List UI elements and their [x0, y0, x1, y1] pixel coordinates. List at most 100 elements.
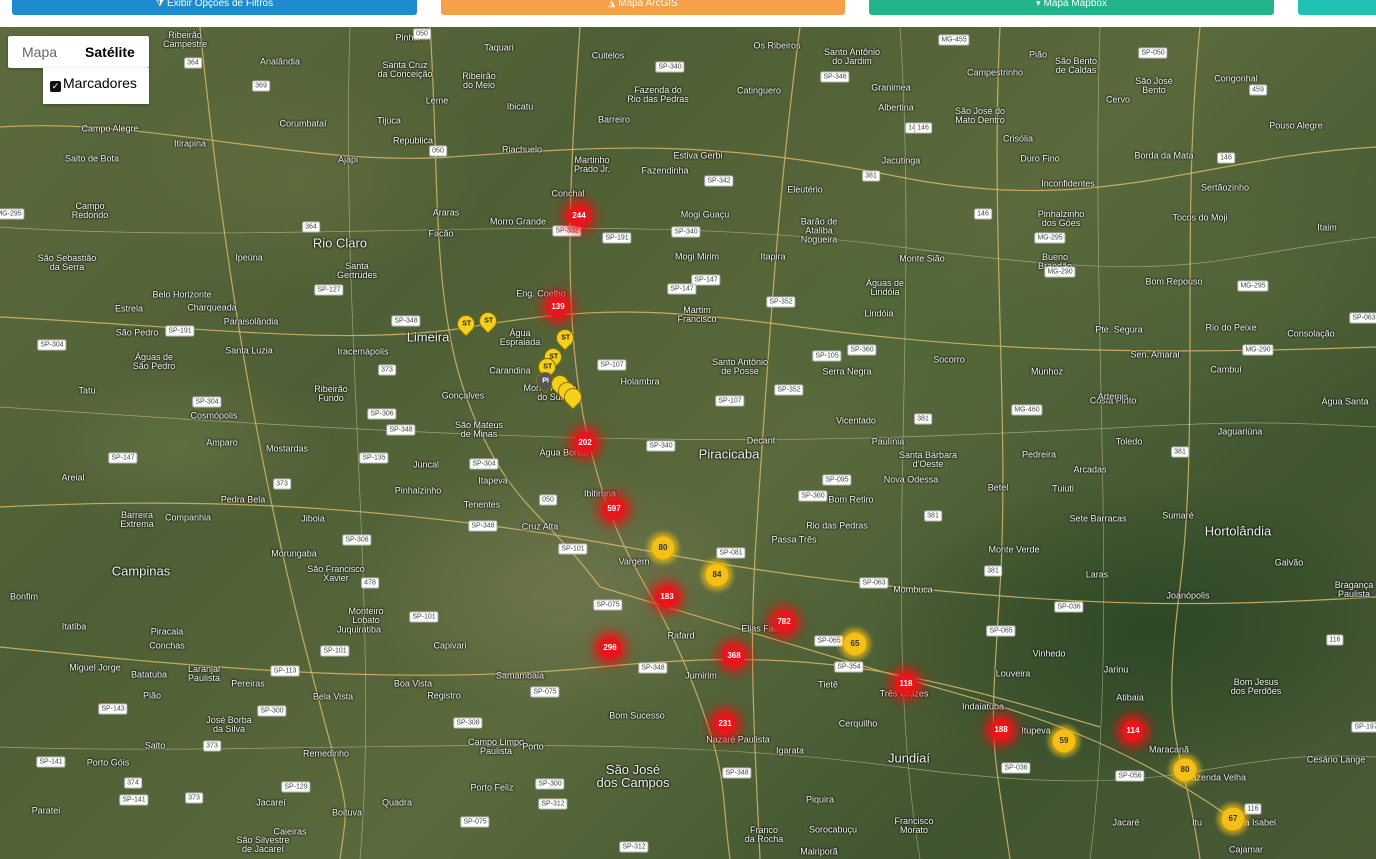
pin-icon [560, 384, 586, 410]
place-label: Ibicatu [506, 101, 534, 112]
road-shield: 364 [184, 57, 202, 69]
place-label: Francisco Morato [894, 816, 934, 835]
place-label: Santo Antônio de Posse [711, 357, 769, 376]
marker-cluster[interactable]: 231 [714, 713, 736, 735]
pin-label: ST [461, 320, 471, 328]
place-label: Araras [432, 207, 460, 218]
map-canvas[interactable]: Ribeirão Campestre Analândia Taquari Cuitel… [0, 27, 1376, 859]
road-shield: MG-290 [1242, 344, 1274, 356]
marker-cluster[interactable]: 118 [895, 673, 917, 695]
place-label: Quadra [381, 797, 413, 808]
map-pin-marker[interactable]: ST [453, 311, 479, 337]
road-shield: SP-056 [1115, 770, 1145, 782]
arcgis-map-button[interactable]: ◮ Mapa ArcGIS [441, 0, 845, 15]
fourth-map-button[interactable] [1298, 0, 1376, 15]
road-shield: SP-348 [638, 662, 668, 674]
map-type-satellite-button[interactable]: Satélite [71, 36, 149, 68]
place-label: Socorro [933, 354, 965, 365]
road-shield: SP-304 [469, 458, 499, 470]
marker-cluster[interactable]: 296 [599, 637, 621, 659]
road-shield: SP-075 [530, 686, 560, 698]
map-pin-marker[interactable]: ST [552, 325, 578, 351]
marker-cluster[interactable]: 139 [547, 296, 569, 318]
marker-cluster[interactable]: 183 [656, 586, 678, 608]
place-label: Barreiro [597, 114, 631, 125]
place-label: Betel [987, 482, 1009, 493]
road-shield: 050 [539, 494, 557, 506]
place-label: Jaguariúna [1217, 426, 1263, 437]
markers-toggle[interactable]: ✓ Marcadores [43, 68, 149, 104]
marker-cluster[interactable]: 59 [1052, 729, 1076, 753]
place-label: Inconfidentes [1041, 178, 1095, 189]
mapbox-map-label: Mapa Mapbox [1043, 0, 1107, 9]
road-shield: 381 [924, 510, 942, 522]
place-label: Piracicaba [698, 446, 760, 462]
place-label: Hortolândia [1204, 523, 1272, 539]
place-label: Sumaré [1162, 510, 1194, 521]
place-label: Conchal [551, 188, 585, 199]
road-shield: SP-107 [715, 395, 745, 407]
place-label: Fazenda do Rio das Pedras [627, 85, 689, 104]
place-label: Santo Antônio do Jardim [823, 47, 881, 66]
road-shield: SP-352 [774, 384, 804, 396]
marker-cluster[interactable]: 80 [651, 536, 675, 560]
place-label: Capivari [433, 640, 467, 651]
marker-cluster[interactable]: 244 [568, 205, 590, 227]
marker-cluster[interactable]: 368 [723, 645, 745, 667]
place-label: Riachuelo [501, 144, 543, 155]
road-shield: 374 [124, 777, 142, 789]
marker-cluster[interactable]: 782 [773, 611, 795, 633]
place-label: Jacareí [256, 797, 286, 808]
road-shield: SP-312 [538, 798, 568, 810]
mapbox-map-button[interactable]: ▾ Mapa Mapbox [869, 0, 1274, 15]
place-label: Bom Sucesso [609, 710, 665, 721]
marker-cluster[interactable]: 114 [1122, 720, 1144, 742]
marker-cluster[interactable]: 188 [990, 719, 1012, 741]
road-shield: SP-063 [1349, 312, 1376, 324]
map-pin-marker[interactable]: ST [475, 308, 501, 334]
road-shield: 146 [914, 122, 932, 134]
marker-cluster[interactable]: 80 [1173, 758, 1197, 782]
place-label: Louveira [995, 668, 1031, 679]
markers-checkbox[interactable]: ✓ [50, 81, 61, 92]
road-shield: SP-332 [552, 225, 582, 237]
marker-cluster[interactable]: 84 [705, 563, 729, 587]
place-label: Porto Góis [86, 757, 130, 768]
place-label: Vicentado [836, 415, 876, 426]
map-type-map-button[interactable]: Mapa [8, 36, 71, 68]
road-shield: SP-197 [1351, 721, 1376, 733]
place-label: São José Bento [1135, 76, 1173, 95]
place-label: Sen. Amaral [1130, 349, 1180, 360]
place-label: Bonfim [9, 591, 39, 602]
marker-cluster[interactable]: 597 [603, 498, 625, 520]
place-label: Cruz Alta [521, 521, 559, 532]
show-filters-button[interactable]: ⧩ Exibir Opções de Filtros [12, 0, 417, 15]
place-label: Duro Fino [1020, 153, 1060, 164]
place-label: Campinas [111, 563, 171, 579]
place-label: Água Espraiada [499, 328, 541, 347]
place-label: Salto [144, 740, 166, 751]
place-label: Mombuca [893, 584, 933, 595]
place-label: Boa Vista [393, 678, 433, 689]
marker-cluster[interactable]: 202 [574, 432, 596, 454]
place-label: Piracaia [150, 626, 184, 637]
road-shield: SP-113 [270, 665, 300, 677]
map-type-control: Mapa Satélite [8, 36, 149, 68]
filter-icon: ⧩ [155, 0, 164, 8]
place-label: Porto [522, 741, 544, 752]
road-shield: MG-290 [1044, 266, 1076, 278]
place-label: Galvão [1274, 557, 1304, 568]
place-label: Republica [392, 135, 434, 146]
road-shield: 050 [413, 28, 431, 40]
place-label: Lindóia [864, 308, 894, 319]
place-label: Passa Três [771, 534, 817, 545]
road-shield: SP-312 [619, 841, 649, 853]
marker-cluster[interactable]: 65 [843, 632, 867, 656]
marker-cluster[interactable]: 67 [1221, 807, 1245, 831]
map-pin-marker[interactable] [560, 384, 586, 410]
place-label: Águas de Lindóia [865, 278, 905, 297]
road-shield: MG-460 [1011, 404, 1043, 416]
place-label: Ipeúna [235, 252, 263, 263]
place-label: Itatiba [61, 621, 87, 632]
place-label: Companhia [164, 512, 212, 523]
